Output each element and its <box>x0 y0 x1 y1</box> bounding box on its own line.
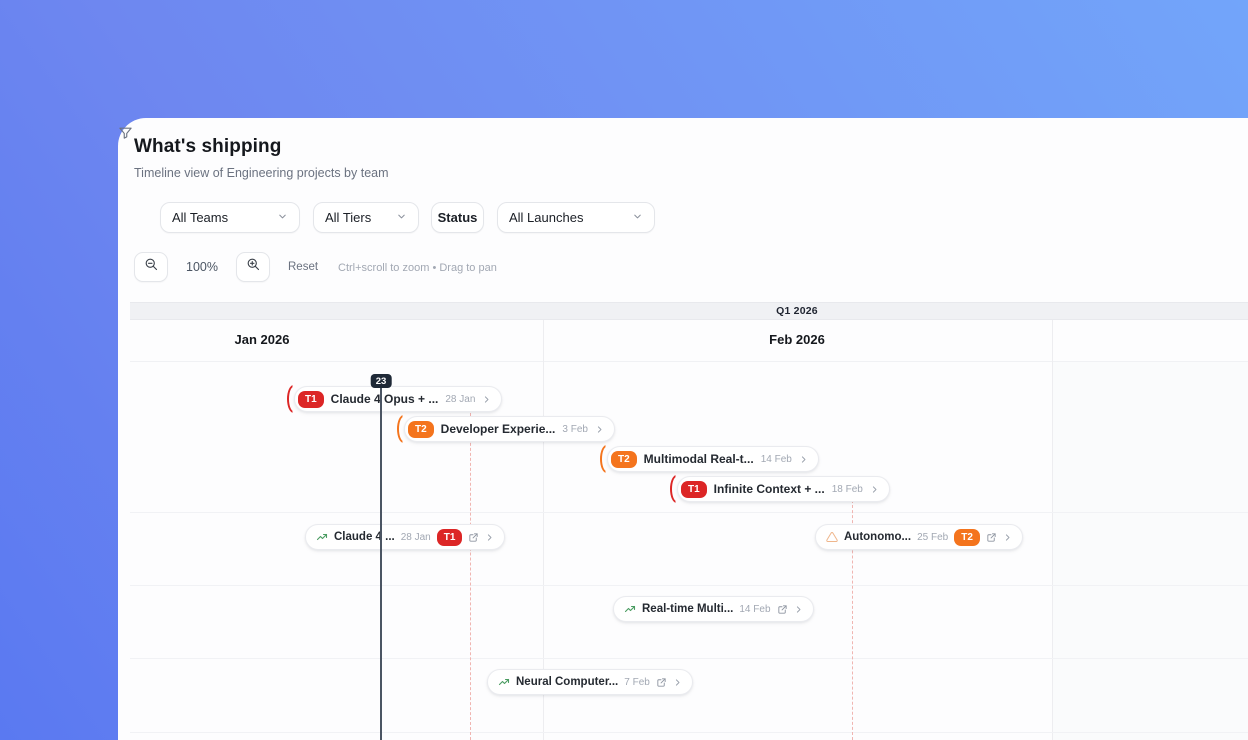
tier-badge: T2 <box>954 528 980 546</box>
external-link-icon[interactable] <box>468 532 479 543</box>
zoom-level: 100% <box>186 260 218 274</box>
tier-badge: T1 <box>298 390 324 408</box>
chevron-right-icon <box>485 533 494 542</box>
column-divider <box>1052 320 1053 740</box>
quarter-label: Q1 2026 <box>776 305 818 317</box>
launch-date: 28 Jan <box>400 531 431 543</box>
magnifier-minus-icon <box>144 257 159 277</box>
chevron-right-icon <box>794 605 803 614</box>
magnifier-plus-icon <box>246 257 261 277</box>
tier-badge: T1 <box>436 528 463 546</box>
project-name: Claude 4 Opus + ... <box>330 392 439 406</box>
chevron-right-icon <box>870 485 879 494</box>
project-name: Infinite Context + ... <box>713 482 825 496</box>
project-date: 14 Feb <box>760 453 792 465</box>
launch-name: Autonomo... <box>844 531 912 543</box>
chevron-right-icon <box>482 395 491 404</box>
chevron-right-icon <box>673 678 682 687</box>
trend-up-icon <box>624 603 636 615</box>
launch-name: Neural Computer... <box>516 676 619 688</box>
external-link-icon[interactable] <box>986 532 997 543</box>
tier-badge: T2 <box>408 420 434 438</box>
chevron-right-icon <box>595 425 604 434</box>
teams-filter-dropdown[interactable]: All Teams <box>160 202 300 233</box>
march-column-shade <box>1052 321 1248 740</box>
launch-pill[interactable]: Neural Computer... 7 Feb <box>487 669 693 695</box>
trend-up-icon <box>316 531 328 543</box>
launch-pill[interactable]: Claude 4 ... 28 Jan T1 <box>305 524 506 550</box>
trend-up-icon <box>498 676 510 688</box>
status-filter-label: Status <box>437 210 478 225</box>
month-label-jan: Jan 2026 <box>234 332 290 347</box>
page-title: What's shipping <box>134 136 282 157</box>
project-name: Multimodal Real-t... <box>643 452 754 466</box>
launch-date: 14 Feb <box>739 603 771 615</box>
status-filter-button[interactable]: Status <box>431 202 484 233</box>
tiers-filter-dropdown[interactable]: All Tiers <box>313 202 419 233</box>
timeline-grid[interactable]: Q1 2026 Jan 2026 Feb 2026 23 T1 Claude 4… <box>130 302 1248 740</box>
project-bar[interactable]: T1 Claude 4 Opus + ... 28 Jan <box>287 385 503 413</box>
chevron-right-icon <box>799 455 808 464</box>
page-subtitle: Timeline view of Engineering projects by… <box>134 166 389 180</box>
today-marker-badge: 23 <box>370 374 392 388</box>
project-bar[interactable]: T1 Infinite Context + ... 18 Feb <box>670 475 890 503</box>
project-bar[interactable]: T2 Developer Experie... 3 Feb <box>397 415 615 443</box>
zoom-hint-text: Ctrl+scroll to zoom • Drag to pan <box>338 261 497 274</box>
project-date: 3 Feb <box>562 423 588 435</box>
external-link-icon[interactable] <box>777 604 788 615</box>
filter-funnel-icon <box>118 125 133 145</box>
zoom-out-button[interactable] <box>134 252 168 282</box>
quarter-band <box>130 302 1248 320</box>
chevron-down-icon <box>396 210 407 225</box>
external-link-icon[interactable] <box>656 677 667 688</box>
tier-badge: T1 <box>681 480 707 498</box>
project-date: 28 Jan <box>445 393 476 405</box>
zoom-in-button[interactable] <box>236 252 270 282</box>
chevron-right-icon <box>1003 533 1012 542</box>
launch-name: Claude 4 ... <box>334 531 395 543</box>
month-label-feb: Feb 2026 <box>769 332 825 347</box>
launches-filter-dropdown[interactable]: All Launches <box>497 202 655 233</box>
launch-date: 7 Feb <box>624 676 650 688</box>
project-name: Developer Experie... <box>440 422 556 436</box>
launch-name: Real-time Multi... <box>642 603 734 615</box>
launches-filter-value: All Launches <box>509 210 584 225</box>
zoom-toolbar: 100% Reset Ctrl+scroll to zoom • Drag to… <box>118 252 1248 282</box>
teams-filter-value: All Teams <box>172 210 229 225</box>
row-separator <box>130 512 1248 513</box>
milestone-dashed-line <box>470 408 471 740</box>
row-separator <box>130 732 1248 733</box>
zoom-reset-button[interactable]: Reset <box>288 261 318 273</box>
project-bar[interactable]: T2 Multimodal Real-t... 14 Feb <box>600 445 819 473</box>
chevron-down-icon <box>277 210 288 225</box>
project-date: 18 Feb <box>831 483 863 495</box>
tier-badge: T2 <box>611 450 637 468</box>
chevron-down-icon <box>632 210 643 225</box>
launch-pill[interactable]: Autonomo... 25 Feb T2 <box>815 524 1023 550</box>
row-separator <box>130 658 1248 659</box>
today-line <box>380 382 382 740</box>
tiers-filter-value: All Tiers <box>325 210 372 225</box>
launch-date: 25 Feb <box>917 531 949 543</box>
warning-triangle-icon <box>826 531 838 543</box>
whats-shipping-panel: What's shipping Timeline view of Enginee… <box>118 118 1248 740</box>
launch-pill[interactable]: Real-time Multi... 14 Feb <box>613 596 814 622</box>
row-separator <box>130 585 1248 586</box>
